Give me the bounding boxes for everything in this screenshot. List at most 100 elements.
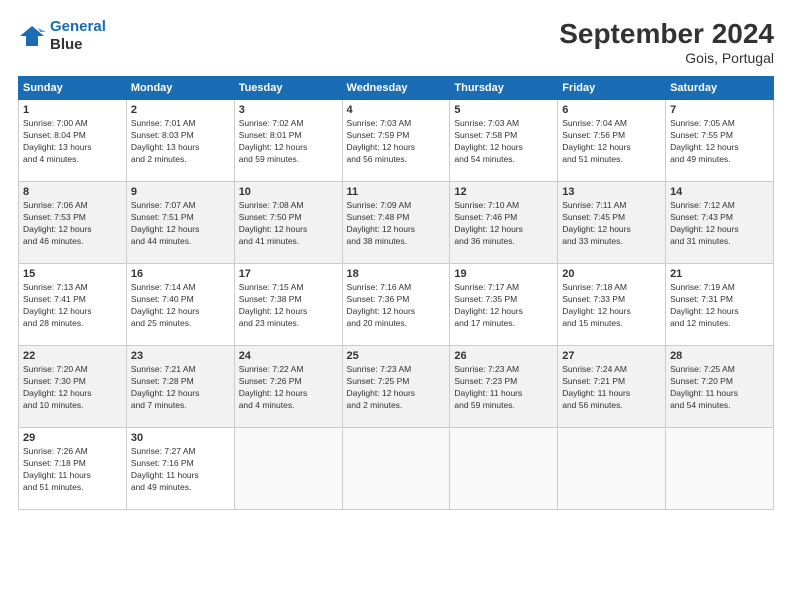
day-info: Sunrise: 7:06 AM Sunset: 7:53 PM Dayligh… <box>23 200 122 248</box>
calendar-header-saturday: Saturday <box>666 77 774 100</box>
day-info: Sunrise: 7:00 AM Sunset: 8:04 PM Dayligh… <box>23 118 122 166</box>
calendar-cell: 16 Sunrise: 7:14 AM Sunset: 7:40 PM Dayli… <box>126 264 234 346</box>
calendar-cell: 12 Sunrise: 7:10 AM Sunset: 7:46 PM Dayli… <box>450 182 558 264</box>
calendar-header-thursday: Thursday <box>450 77 558 100</box>
day-number: 6 <box>562 104 661 116</box>
day-number: 25 <box>347 350 446 362</box>
calendar-week-row: 8 Sunrise: 7:06 AM Sunset: 7:53 PM Daylig… <box>19 182 774 264</box>
day-info: Sunrise: 7:20 AM Sunset: 7:30 PM Dayligh… <box>23 364 122 412</box>
calendar-cell: 6 Sunrise: 7:04 AM Sunset: 7:56 PM Daylig… <box>558 100 666 182</box>
calendar-cell: 25 Sunrise: 7:23 AM Sunset: 7:25 PM Dayli… <box>342 346 450 428</box>
day-number: 3 <box>239 104 338 116</box>
day-number: 29 <box>23 432 122 444</box>
calendar-header-monday: Monday <box>126 77 234 100</box>
day-number: 24 <box>239 350 338 362</box>
calendar-cell: 11Sunrise: 7:09 AM Sunset: 7:48 PM Dayli… <box>342 182 450 264</box>
calendar-cell: 24 Sunrise: 7:22 AM Sunset: 7:26 PM Dayli… <box>234 346 342 428</box>
day-info: Sunrise: 7:10 AM Sunset: 7:46 PM Dayligh… <box>454 200 553 248</box>
calendar-cell: 20 Sunrise: 7:18 AM Sunset: 7:33 PM Dayli… <box>558 264 666 346</box>
day-number: 2 <box>131 104 230 116</box>
calendar-cell <box>558 428 666 510</box>
calendar-cell: 8 Sunrise: 7:06 AM Sunset: 7:53 PM Daylig… <box>19 182 127 264</box>
day-number: 30 <box>131 432 230 444</box>
day-number: 20 <box>562 268 661 280</box>
calendar-cell: 1Sunrise: 7:00 AM Sunset: 8:04 PM Daylig… <box>19 100 127 182</box>
title-block: September 2024 Gois, Portugal <box>559 18 774 66</box>
calendar-week-row: 1Sunrise: 7:00 AM Sunset: 8:04 PM Daylig… <box>19 100 774 182</box>
day-number: 21 <box>670 268 769 280</box>
day-number: 14 <box>670 186 769 198</box>
calendar-cell: 15 Sunrise: 7:13 AM Sunset: 7:41 PM Dayli… <box>19 264 127 346</box>
day-info: Sunrise: 7:22 AM Sunset: 7:26 PM Dayligh… <box>239 364 338 412</box>
day-number: 18 <box>347 268 446 280</box>
calendar-week-row: 29 Sunrise: 7:26 AM Sunset: 7:18 PM Dayli… <box>19 428 774 510</box>
day-info: Sunrise: 7:16 AM Sunset: 7:36 PM Dayligh… <box>347 282 446 330</box>
day-info: Sunrise: 7:12 AM Sunset: 7:43 PM Dayligh… <box>670 200 769 248</box>
calendar-cell: 13 Sunrise: 7:11 AM Sunset: 7:45 PM Dayli… <box>558 182 666 264</box>
day-info: Sunrise: 7:21 AM Sunset: 7:28 PM Dayligh… <box>131 364 230 412</box>
calendar-week-row: 22 Sunrise: 7:20 AM Sunset: 7:30 PM Dayli… <box>19 346 774 428</box>
calendar-cell: 5Sunrise: 7:03 AM Sunset: 7:58 PM Daylig… <box>450 100 558 182</box>
day-info: Sunrise: 7:23 AM Sunset: 7:25 PM Dayligh… <box>347 364 446 412</box>
logo-icon <box>18 22 46 50</box>
calendar-cell: 28 Sunrise: 7:25 AM Sunset: 7:20 PM Dayli… <box>666 346 774 428</box>
header: General Blue September 2024 Gois, Portug… <box>18 18 774 66</box>
logo-text: General Blue <box>50 18 106 54</box>
day-number: 8 <box>23 186 122 198</box>
day-info: Sunrise: 7:15 AM Sunset: 7:38 PM Dayligh… <box>239 282 338 330</box>
calendar-cell <box>450 428 558 510</box>
day-info: Sunrise: 7:08 AM Sunset: 7:50 PM Dayligh… <box>239 200 338 248</box>
calendar-cell: 27Sunrise: 7:24 AM Sunset: 7:21 PM Dayli… <box>558 346 666 428</box>
calendar-cell: 2 Sunrise: 7:01 AM Sunset: 8:03 PM Daylig… <box>126 100 234 182</box>
day-number: 19 <box>454 268 553 280</box>
calendar-cell: 26Sunrise: 7:23 AM Sunset: 7:23 PM Dayli… <box>450 346 558 428</box>
day-info: Sunrise: 7:07 AM Sunset: 7:51 PM Dayligh… <box>131 200 230 248</box>
day-info: Sunrise: 7:25 AM Sunset: 7:20 PM Dayligh… <box>670 364 769 412</box>
month-title: September 2024 <box>559 18 774 50</box>
calendar-cell: 22 Sunrise: 7:20 AM Sunset: 7:30 PM Dayli… <box>19 346 127 428</box>
calendar-cell: 17 Sunrise: 7:15 AM Sunset: 7:38 PM Dayli… <box>234 264 342 346</box>
day-info: Sunrise: 7:19 AM Sunset: 7:31 PM Dayligh… <box>670 282 769 330</box>
calendar-cell: 9 Sunrise: 7:07 AM Sunset: 7:51 PM Daylig… <box>126 182 234 264</box>
day-number: 9 <box>131 186 230 198</box>
calendar-cell: 29 Sunrise: 7:26 AM Sunset: 7:18 PM Dayli… <box>19 428 127 510</box>
day-number: 15 <box>23 268 122 280</box>
day-number: 10 <box>239 186 338 198</box>
calendar-cell <box>234 428 342 510</box>
day-number: 17 <box>239 268 338 280</box>
day-info: Sunrise: 7:18 AM Sunset: 7:33 PM Dayligh… <box>562 282 661 330</box>
calendar-table: SundayMondayTuesdayWednesdayThursdayFrid… <box>18 76 774 510</box>
calendar-header-row: SundayMondayTuesdayWednesdayThursdayFrid… <box>19 77 774 100</box>
day-info: Sunrise: 7:26 AM Sunset: 7:18 PM Dayligh… <box>23 446 122 494</box>
day-number: 13 <box>562 186 661 198</box>
calendar-cell <box>666 428 774 510</box>
calendar-cell: 4Sunrise: 7:03 AM Sunset: 7:59 PM Daylig… <box>342 100 450 182</box>
day-info: Sunrise: 7:01 AM Sunset: 8:03 PM Dayligh… <box>131 118 230 166</box>
day-info: Sunrise: 7:04 AM Sunset: 7:56 PM Dayligh… <box>562 118 661 166</box>
day-number: 23 <box>131 350 230 362</box>
calendar-cell <box>342 428 450 510</box>
day-number: 22 <box>23 350 122 362</box>
day-number: 28 <box>670 350 769 362</box>
day-info: Sunrise: 7:05 AM Sunset: 7:55 PM Dayligh… <box>670 118 769 166</box>
day-number: 12 <box>454 186 553 198</box>
day-info: Sunrise: 7:17 AM Sunset: 7:35 PM Dayligh… <box>454 282 553 330</box>
page: General Blue September 2024 Gois, Portug… <box>0 0 792 612</box>
logo: General Blue <box>18 18 106 54</box>
day-number: 27 <box>562 350 661 362</box>
calendar-cell: 30Sunrise: 7:27 AM Sunset: 7:16 PM Dayli… <box>126 428 234 510</box>
day-info: Sunrise: 7:13 AM Sunset: 7:41 PM Dayligh… <box>23 282 122 330</box>
day-info: Sunrise: 7:14 AM Sunset: 7:40 PM Dayligh… <box>131 282 230 330</box>
calendar-header-sunday: Sunday <box>19 77 127 100</box>
day-number: 16 <box>131 268 230 280</box>
calendar-cell: 3Sunrise: 7:02 AM Sunset: 8:01 PM Daylig… <box>234 100 342 182</box>
day-info: Sunrise: 7:11 AM Sunset: 7:45 PM Dayligh… <box>562 200 661 248</box>
calendar-week-row: 15 Sunrise: 7:13 AM Sunset: 7:41 PM Dayli… <box>19 264 774 346</box>
calendar-header-wednesday: Wednesday <box>342 77 450 100</box>
calendar-cell: 21 Sunrise: 7:19 AM Sunset: 7:31 PM Dayli… <box>666 264 774 346</box>
calendar-cell: 18 Sunrise: 7:16 AM Sunset: 7:36 PM Dayli… <box>342 264 450 346</box>
calendar-cell: 23 Sunrise: 7:21 AM Sunset: 7:28 PM Dayli… <box>126 346 234 428</box>
day-number: 5 <box>454 104 553 116</box>
day-number: 7 <box>670 104 769 116</box>
calendar-header-tuesday: Tuesday <box>234 77 342 100</box>
